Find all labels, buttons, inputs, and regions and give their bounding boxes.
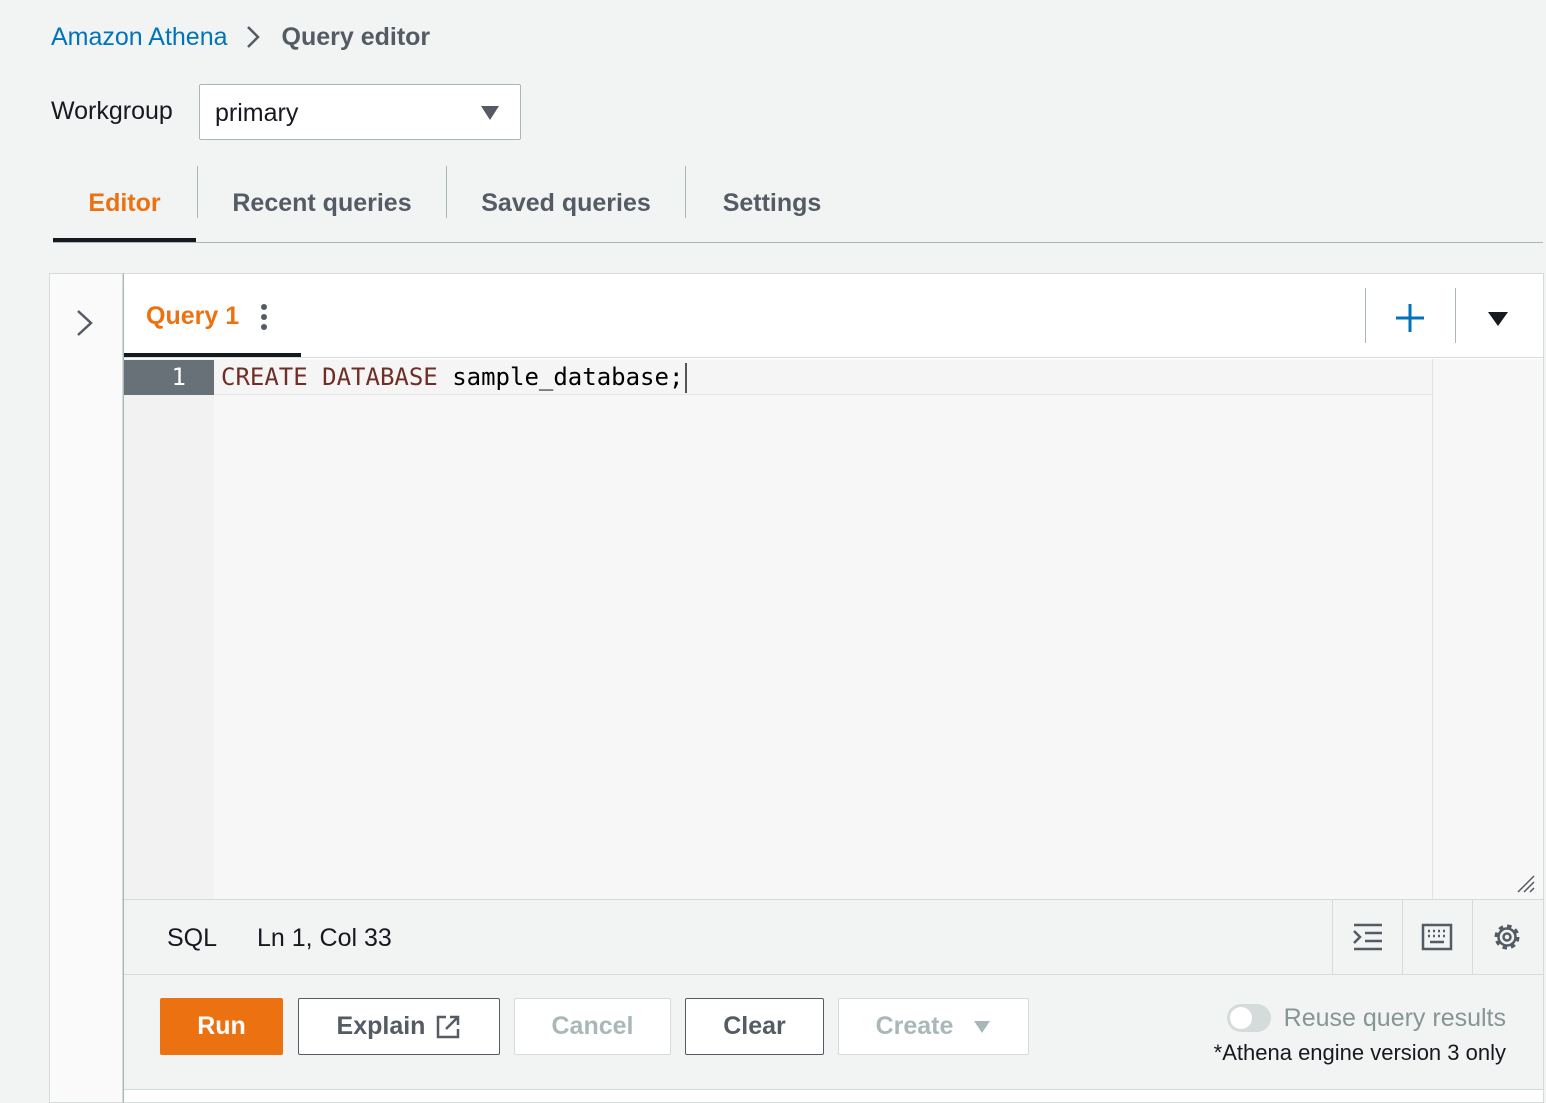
create-button[interactable]: Create: [838, 998, 1029, 1055]
sql-keyword: CREATE: [221, 363, 308, 391]
line-gutter: [124, 359, 214, 899]
workgroup-select[interactable]: primary: [199, 84, 521, 140]
toolbar-divider: [1455, 288, 1456, 343]
workgroup-value: primary: [215, 99, 299, 127]
breadcrumb-link-athena[interactable]: Amazon Athena: [51, 23, 228, 52]
page-tabs: Editor Recent queries Saved queries Sett…: [53, 164, 1543, 242]
toolbar-divider: [1365, 288, 1366, 343]
external-link-icon: [435, 1014, 461, 1040]
clear-button-label: Clear: [723, 1012, 786, 1040]
editor-scroll-column: [1432, 359, 1543, 899]
query-tab-label: Query 1: [146, 302, 240, 330]
code-editor[interactable]: [214, 359, 1432, 899]
breadcrumb-current: Query editor: [281, 22, 431, 51]
chevron-right-icon[interactable]: [74, 308, 96, 343]
side-panel: [49, 273, 123, 1103]
tabs-divider: [53, 242, 1543, 243]
query-actions-bar: Run Explain Cancel Clear Create Reuse qu…: [124, 975, 1543, 1090]
reuse-results-toggle[interactable]: [1227, 1004, 1271, 1032]
explain-button[interactable]: Explain: [298, 998, 500, 1055]
toggle-knob: [1230, 1007, 1252, 1029]
keyboard-icon[interactable]: [1420, 920, 1454, 954]
query-tabs-divider: [124, 357, 1543, 358]
reuse-results-label: Reuse query results: [1283, 1004, 1506, 1032]
query-tab[interactable]: Query 1: [124, 274, 301, 356]
sql-keyword: DATABASE: [322, 363, 438, 391]
breadcrumb: Amazon Athena Query editor: [51, 20, 430, 54]
workgroup-label: Workgroup: [51, 97, 173, 125]
plus-icon[interactable]: [1390, 298, 1430, 338]
resize-grip-icon[interactable]: [1514, 872, 1536, 899]
editor-status-bar: SQL Ln 1, Col 33: [124, 899, 1543, 975]
text-cursor: [685, 363, 688, 393]
status-divider: [1472, 900, 1473, 974]
indent-icon[interactable]: [1351, 920, 1385, 954]
cancel-button[interactable]: Cancel: [514, 998, 671, 1055]
tab-editor[interactable]: Editor: [53, 164, 196, 242]
caret-down-icon: [973, 1020, 991, 1034]
run-button-label: Run: [197, 1012, 246, 1040]
tab-recent-queries[interactable]: Recent queries: [198, 164, 446, 242]
status-divider: [1332, 900, 1333, 974]
cancel-button-label: Cancel: [551, 1012, 634, 1040]
kebab-menu-icon[interactable]: [260, 303, 268, 336]
gear-icon[interactable]: [1490, 920, 1524, 954]
line-number: 1: [171, 363, 186, 391]
code-line[interactable]: CREATE DATABASE sample_database;: [221, 360, 688, 395]
tab-settings[interactable]: Settings: [686, 164, 858, 242]
explain-button-label: Explain: [336, 1012, 426, 1040]
status-language: SQL: [167, 924, 218, 952]
caret-down-icon: [480, 105, 500, 126]
tab-saved-queries[interactable]: Saved queries: [447, 164, 685, 242]
status-cursor-position: Ln 1, Col 33: [257, 924, 392, 952]
reuse-results-note: *Athena engine version 3 only: [1213, 1040, 1506, 1065]
status-divider: [1402, 900, 1403, 974]
run-button[interactable]: Run: [160, 998, 283, 1055]
sql-identifier: sample_database;: [452, 363, 684, 391]
clear-button[interactable]: Clear: [685, 998, 824, 1055]
create-button-label: Create: [875, 1012, 954, 1040]
chevron-right-icon: [246, 25, 260, 49]
caret-down-icon[interactable]: [1483, 304, 1513, 334]
